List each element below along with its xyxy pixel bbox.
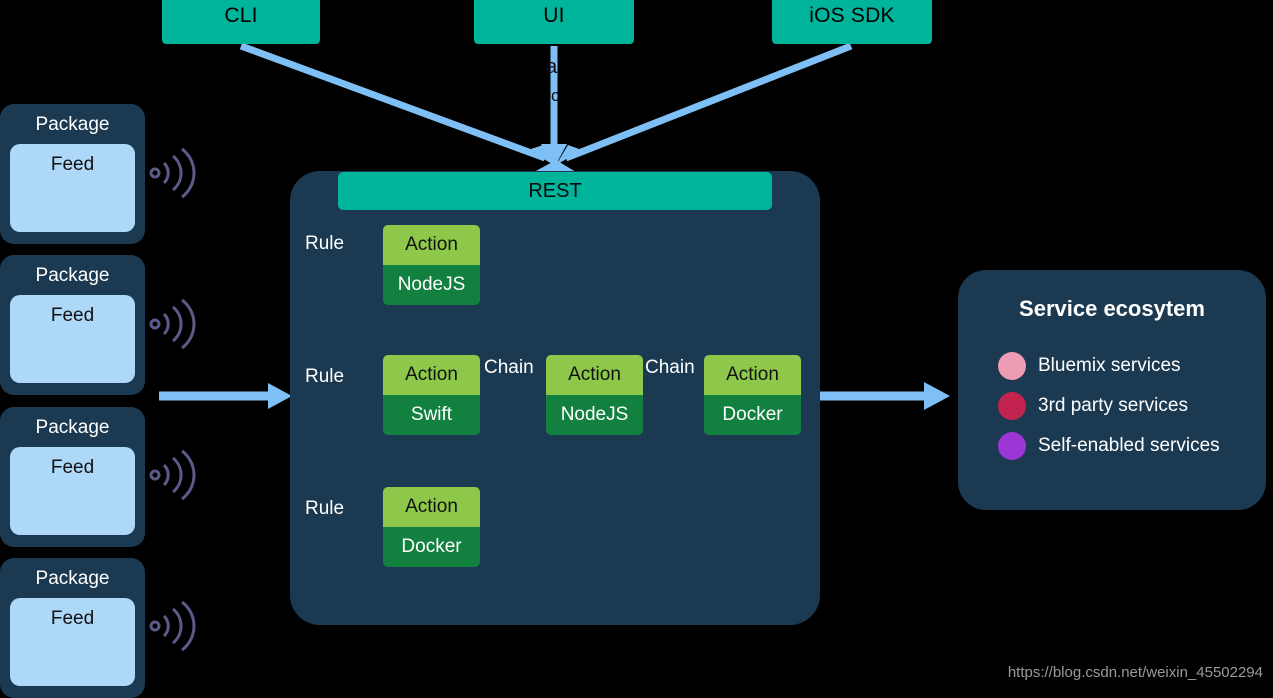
package-title: Package	[35, 568, 110, 589]
action-title: Action	[383, 355, 480, 395]
action-title: Action	[704, 355, 801, 395]
feed-box[interactable]: Feed	[10, 598, 135, 686]
service-ecosystem-panel: Service ecosytem Bluemix services 3rd pa…	[958, 270, 1266, 510]
action-title: Action	[383, 487, 480, 527]
service-ecosystem-title: Service ecosytem	[1019, 296, 1205, 321]
chain-label: Chain	[484, 357, 534, 378]
rest-label: REST	[528, 179, 582, 202]
feed-box[interactable]: Feed	[10, 295, 135, 383]
legend-item-bluemix: Bluemix services	[978, 352, 1246, 380]
legend-item-3rd-party: 3rd party services	[978, 392, 1246, 420]
signal-icon	[149, 449, 196, 501]
signal-icon	[149, 147, 196, 199]
rule-label: Rule	[305, 366, 345, 387]
legend-dot-bluemix-icon	[998, 352, 1026, 380]
action-runtime: NodeJS	[383, 265, 480, 305]
diagram-canvas: CLI UI iOS SDK a c Package Feed Package …	[0, 0, 1273, 698]
arrow-cli-to-rest	[239, 42, 554, 165]
action-block[interactable]: Action NodeJS	[383, 225, 480, 305]
action-runtime: Docker	[704, 395, 801, 435]
package-title: Package	[35, 114, 110, 135]
client-label-ios-sdk: iOS SDK	[809, 4, 895, 27]
action-runtime: Docker	[383, 527, 480, 567]
legend-dot-self-enabled-icon	[998, 432, 1026, 460]
action-block[interactable]: Action Swift	[383, 355, 480, 435]
arrow-sdk-to-rest	[556, 42, 853, 165]
package-title: Package	[35, 417, 110, 438]
obscured-text-fragment-a: a	[546, 56, 558, 78]
package-card[interactable]: Package Feed	[0, 104, 145, 244]
action-title: Action	[383, 225, 480, 265]
action-title: Action	[546, 355, 643, 395]
chain-label: Chain	[645, 357, 695, 378]
client-label-cli: CLI	[224, 4, 258, 27]
legend-label: Self-enabled services	[1038, 435, 1220, 456]
package-title: Package	[35, 265, 110, 286]
rule-label: Rule	[305, 233, 345, 254]
rule-label: Rule	[305, 498, 345, 519]
client-box-ios-sdk[interactable]: iOS SDK	[772, 0, 932, 44]
package-card[interactable]: Package Feed	[0, 558, 145, 698]
arrow-engine-to-services	[819, 382, 950, 410]
client-box-cli[interactable]: CLI	[162, 0, 320, 44]
watermark: https://blog.csdn.net/weixin_45502294	[1007, 664, 1263, 681]
action-block[interactable]: Action NodeJS	[546, 355, 643, 435]
arrow-packages-to-engine	[159, 383, 292, 409]
legend-dot-3rd-party-icon	[998, 392, 1026, 420]
feed-box[interactable]: Feed	[10, 447, 135, 535]
obscured-text-fragment-c: c	[551, 86, 560, 105]
client-box-ui[interactable]: UI	[474, 0, 634, 44]
package-card[interactable]: Package Feed	[0, 407, 145, 547]
signal-icon	[149, 600, 196, 652]
action-runtime: Swift	[383, 395, 480, 435]
legend-label: Bluemix services	[1038, 355, 1181, 376]
legend-label: 3rd party services	[1038, 395, 1188, 416]
action-block[interactable]: Action Docker	[383, 487, 480, 567]
feed-box[interactable]: Feed	[10, 144, 135, 232]
action-block[interactable]: Action Docker	[704, 355, 801, 435]
signal-icon	[149, 298, 196, 350]
package-card[interactable]: Package Feed	[0, 255, 145, 395]
client-label-ui: UI	[543, 4, 565, 27]
legend-item-self-enabled: Self-enabled services	[978, 432, 1246, 460]
rest-api-bar[interactable]: REST	[338, 172, 772, 210]
action-runtime: NodeJS	[546, 395, 643, 435]
